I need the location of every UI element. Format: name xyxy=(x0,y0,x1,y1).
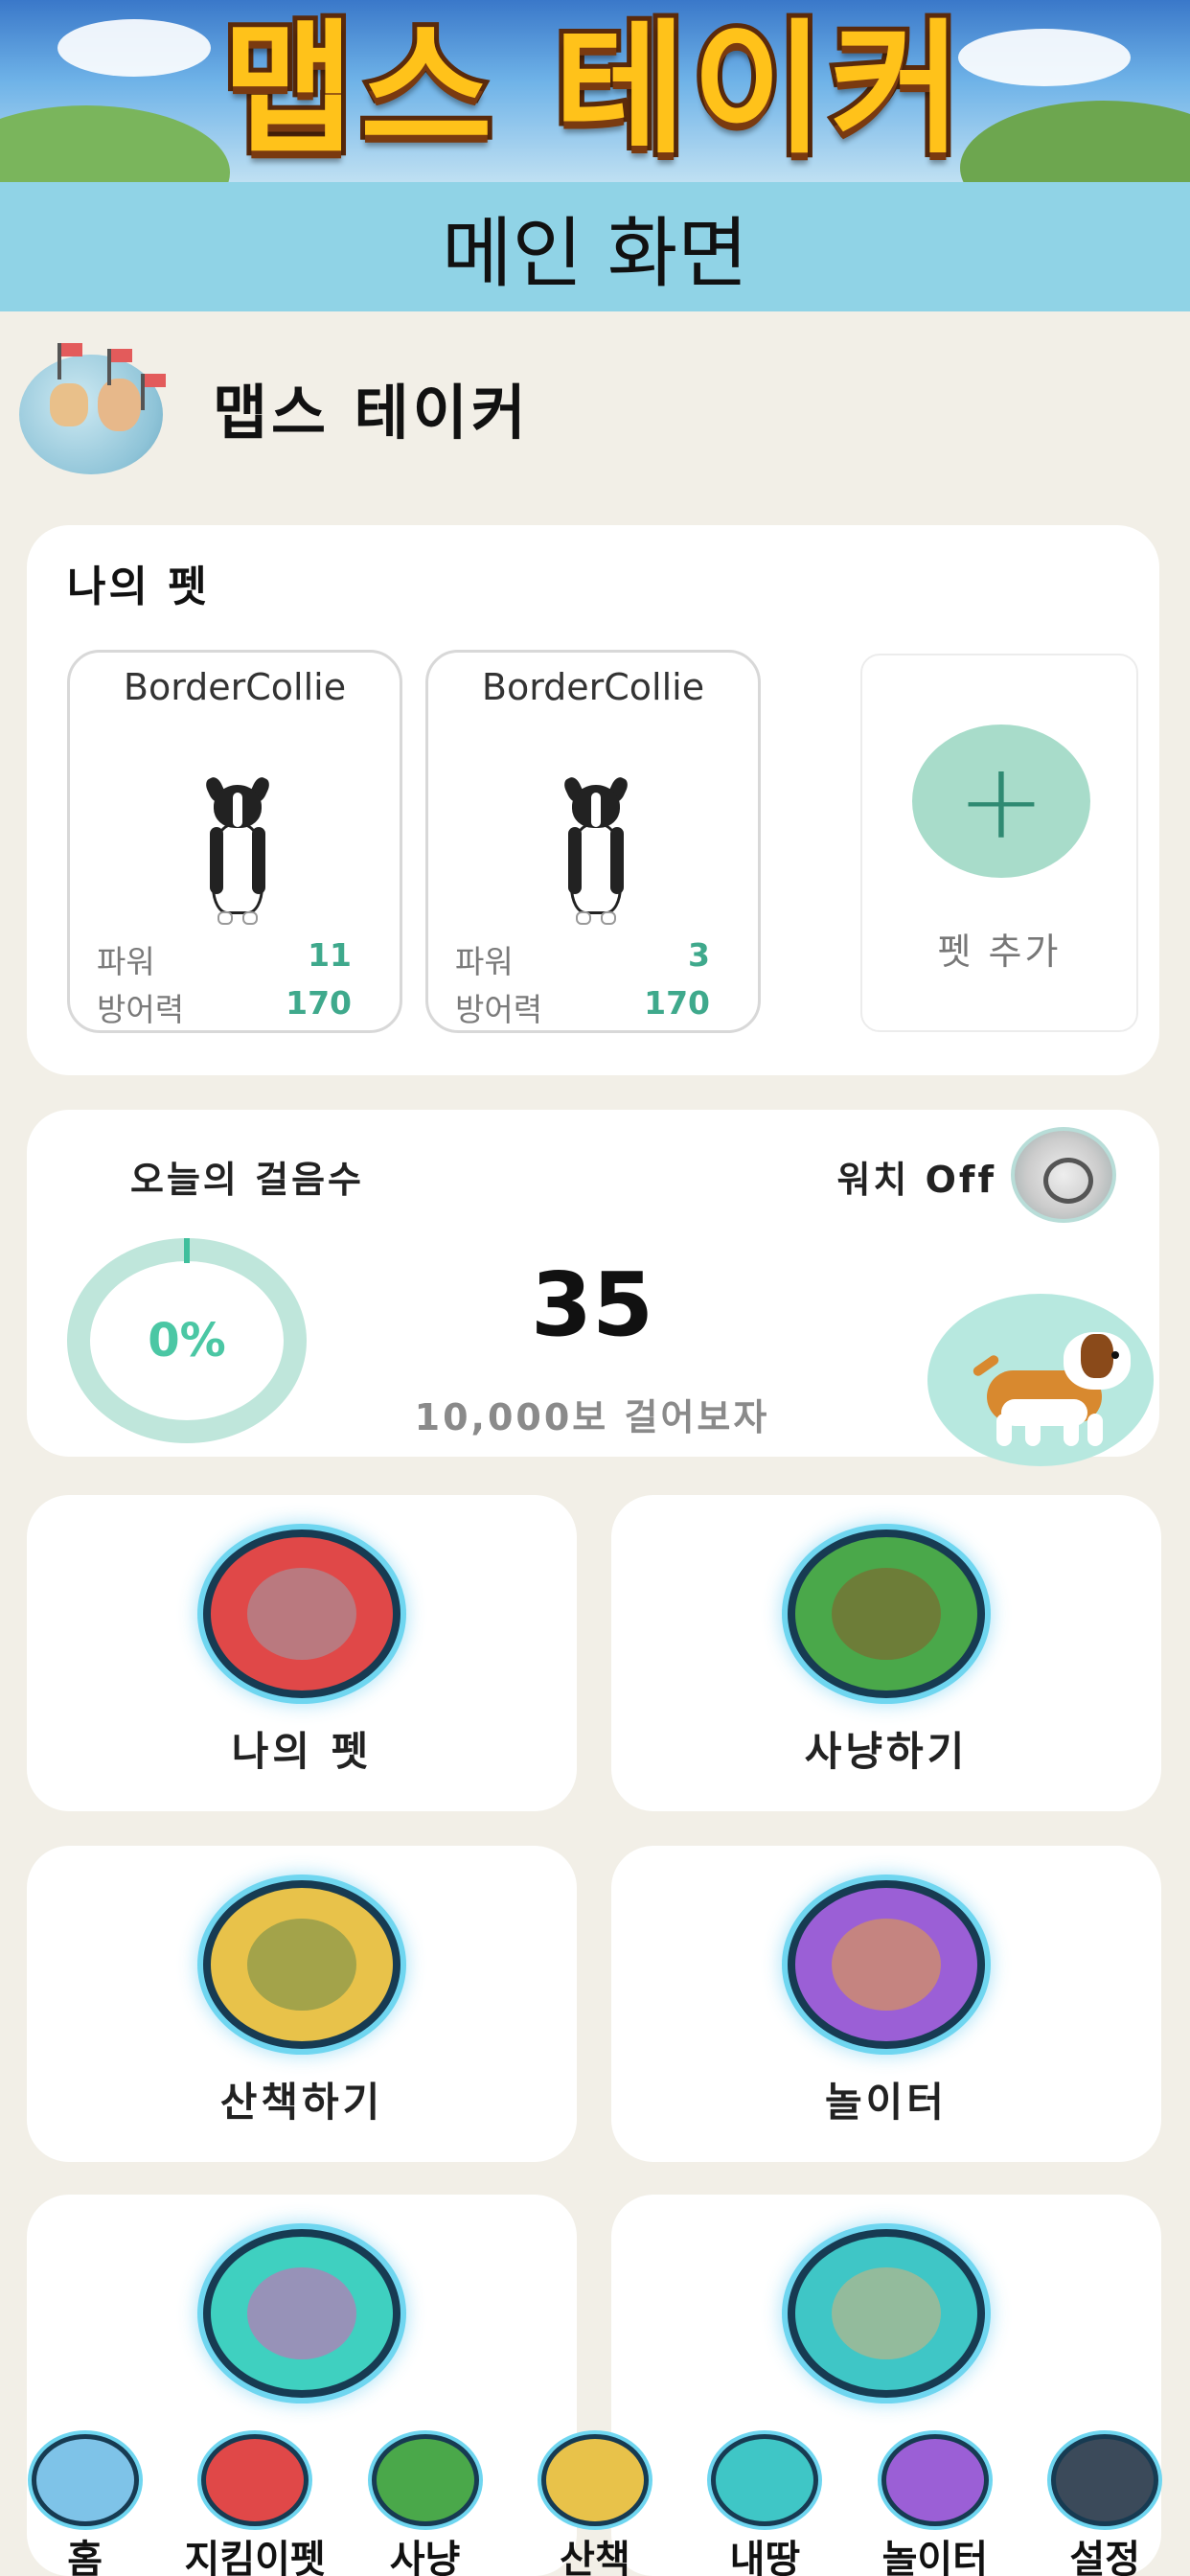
crossbow-icon xyxy=(788,1530,985,1698)
power-value: 11 xyxy=(308,936,352,974)
nav-label: 홈 xyxy=(67,2538,103,2576)
app-banner: 맵스 테이커 xyxy=(0,0,1190,182)
pet-card[interactable]: BorderCollie 파워 3 방어력 170 xyxy=(425,650,761,1033)
pet-name: BorderCollie xyxy=(123,666,347,708)
menu-label: 산책하기 xyxy=(219,2079,384,2126)
land-map-icon xyxy=(711,2434,819,2526)
watch-toggle-icon[interactable] xyxy=(1011,1127,1116,1223)
playground-icon xyxy=(881,2434,989,2526)
menu-label: 놀이터 xyxy=(825,2079,948,2126)
nav-hunt[interactable]: 사냥 xyxy=(354,2434,497,2576)
world-map-icon xyxy=(203,2229,400,2398)
user-name: 맵스 테이커 xyxy=(213,378,530,448)
treasure-map-icon xyxy=(788,2229,985,2398)
border-collie-icon xyxy=(561,774,630,929)
plus-icon: + xyxy=(912,724,1090,878)
defense-label: 방어력 xyxy=(97,991,185,1028)
steps-title: 오늘의 걸음수 xyxy=(130,1159,364,1201)
nav-my-land[interactable]: 내땅 xyxy=(693,2434,836,2576)
add-pet-label: 펫 추가 xyxy=(937,931,1062,973)
power-label: 파워 xyxy=(97,943,155,980)
step-count: 35 xyxy=(530,1254,654,1356)
nav-guard-pet[interactable]: 지킴이펫 xyxy=(183,2434,327,2576)
nav-playground[interactable]: 놀이터 xyxy=(863,2434,1007,2576)
hiker-icon xyxy=(540,2434,649,2526)
bottom-nav: 홈 지킴이펫 사냥 산책 내땅 놀이터 설정 xyxy=(0,2434,1190,2576)
menu-playground[interactable]: 놀이터 xyxy=(611,1846,1161,2162)
pet-defense-row: 방어력 170 xyxy=(97,984,352,1030)
nav-label: 내땅 xyxy=(729,2538,801,2576)
nav-label: 놀이터 xyxy=(881,2538,989,2576)
defense-value: 170 xyxy=(644,984,710,1022)
defense-label: 방어력 xyxy=(455,991,543,1028)
globe-avatar-icon xyxy=(11,335,174,479)
user-row: 맵스 테이커 xyxy=(11,335,530,479)
nav-label: 산책 xyxy=(560,2538,630,2576)
menu-hunt[interactable]: 사냥하기 xyxy=(611,1495,1161,1811)
nav-label: 설정 xyxy=(1069,2538,1141,2576)
defense-value: 170 xyxy=(286,984,352,1022)
my-pets-title: 나의 펫 xyxy=(67,563,210,611)
watch-status: 워치 Off xyxy=(836,1159,996,1201)
add-pet-button[interactable]: + 펫 추가 xyxy=(860,654,1138,1032)
border-collie-icon xyxy=(203,774,272,929)
nav-label: 지킴이펫 xyxy=(184,2538,326,2576)
my-pets-card: 나의 펫 BorderCollie 파워 11 방어력 170 BorderCo… xyxy=(27,525,1159,1075)
pet-power-row: 파워 3 xyxy=(455,936,710,982)
home-icon xyxy=(31,2434,139,2526)
power-value: 3 xyxy=(688,936,710,974)
menu-my-pets[interactable]: 나의 펫 xyxy=(27,1495,577,1811)
page-title: 메인 화면 xyxy=(442,208,748,298)
pet-name: BorderCollie xyxy=(481,666,705,708)
progress-indicator xyxy=(184,1238,190,1263)
nav-label: 사냥 xyxy=(389,2538,461,2576)
nav-walk[interactable]: 산책 xyxy=(523,2434,667,2576)
progress-percent: 0% xyxy=(148,1314,226,1368)
hiker-icon xyxy=(203,1880,400,2049)
step-goal: 10,000보 걸어보자 xyxy=(414,1396,770,1438)
power-label: 파워 xyxy=(455,943,514,980)
nav-home[interactable]: 홈 xyxy=(13,2434,157,2576)
pet-defense-row: 방어력 170 xyxy=(455,984,710,1030)
pet-card[interactable]: BorderCollie 파워 11 방어력 170 xyxy=(67,650,402,1033)
pet-power-row: 파워 11 xyxy=(97,936,352,982)
app-logo: 맵스 테이커 xyxy=(217,2,969,178)
guard-pet-icon xyxy=(201,2434,309,2526)
nav-settings[interactable]: 설정 xyxy=(1033,2434,1177,2576)
beagle-icon xyxy=(968,1322,1140,1447)
step-progress-ring: 0% xyxy=(67,1238,307,1443)
settings-icon xyxy=(1051,2434,1159,2526)
husky-icon xyxy=(203,1530,400,1698)
playground-icon xyxy=(788,1880,985,2049)
menu-label: 나의 펫 xyxy=(231,1728,373,1775)
menu-walk[interactable]: 산책하기 xyxy=(27,1846,577,2162)
crossbow-icon xyxy=(371,2434,479,2526)
title-bar: 메인 화면 xyxy=(0,182,1190,311)
menu-label: 사냥하기 xyxy=(804,1728,969,1775)
